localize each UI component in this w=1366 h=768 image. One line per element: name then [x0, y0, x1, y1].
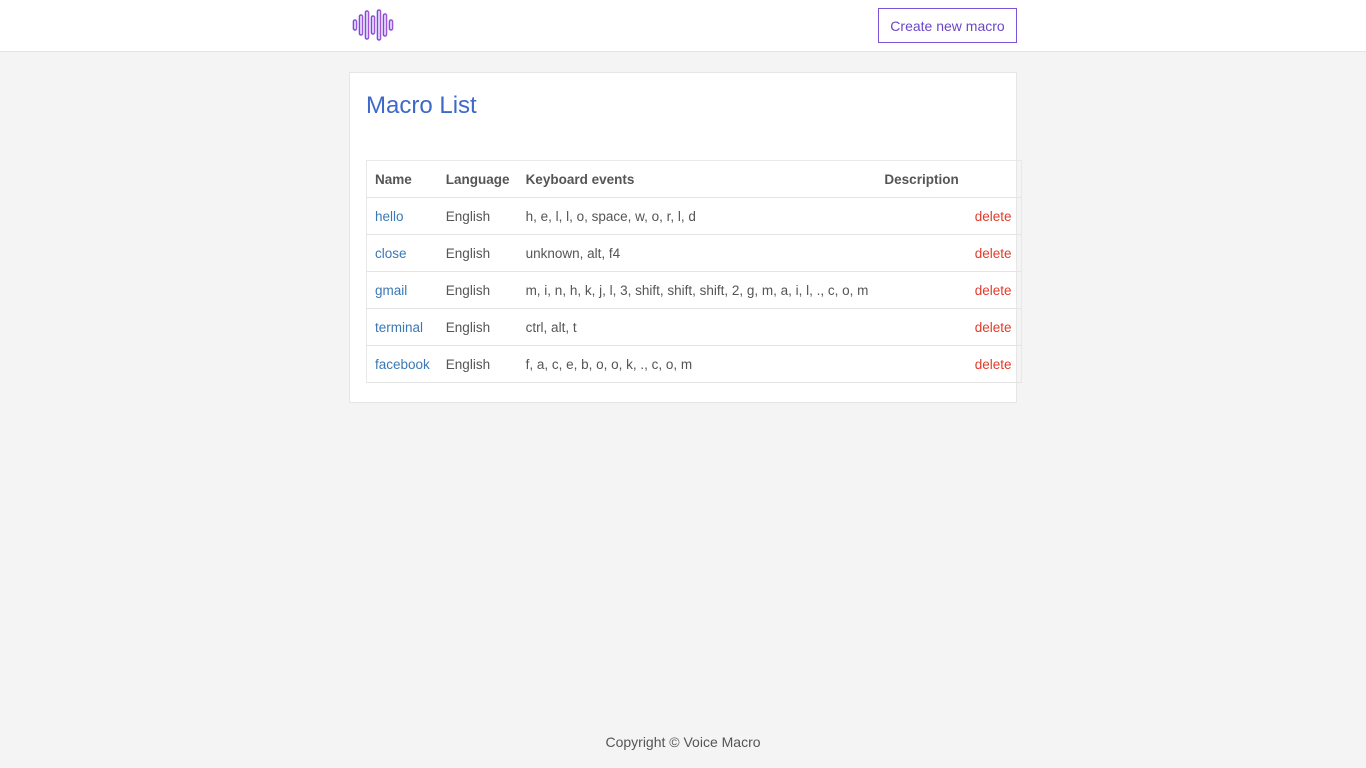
- macro-description: [876, 345, 967, 383]
- table-row: facebook English f, a, c, e, b, o, o, k,…: [366, 345, 1022, 383]
- sound-wave-icon[interactable]: [352, 9, 396, 41]
- create-new-macro-button[interactable]: Create new macro: [878, 8, 1017, 43]
- column-header-description: Description: [876, 160, 967, 198]
- column-header-keyboard-events: Keyboard events: [517, 160, 877, 198]
- table-row: gmail English m, i, n, h, k, j, l, 3, sh…: [366, 271, 1022, 309]
- table-row: close English unknown, alt, f4 delete: [366, 234, 1022, 272]
- macro-keyboard-events: ctrl, alt, t: [517, 308, 877, 346]
- column-header-actions: [966, 160, 1022, 198]
- delete-link[interactable]: delete: [975, 320, 1012, 335]
- macro-language: English: [437, 197, 518, 235]
- macro-keyboard-events: unknown, alt, f4: [517, 234, 877, 272]
- macro-list-card: Macro List Name Language Keyboard events…: [349, 72, 1023, 403]
- top-navbar: Create new macro: [0, 0, 1366, 52]
- macro-language: English: [437, 308, 518, 346]
- macro-language: English: [437, 234, 518, 272]
- macro-description: [876, 234, 967, 272]
- delete-link[interactable]: delete: [975, 283, 1012, 298]
- column-header-name: Name: [366, 160, 438, 198]
- macro-name-link[interactable]: close: [375, 246, 407, 261]
- macro-language: English: [437, 271, 518, 309]
- macro-language: English: [437, 345, 518, 383]
- macro-keyboard-events: m, i, n, h, k, j, l, 3, shift, shift, sh…: [517, 271, 877, 309]
- macro-keyboard-events: h, e, l, l, o, space, w, o, r, l, d: [517, 197, 877, 235]
- macro-description: [876, 197, 967, 235]
- macro-name-link[interactable]: gmail: [375, 283, 407, 298]
- macro-keyboard-events: f, a, c, e, b, o, o, k, ., c, o, m: [517, 345, 877, 383]
- macro-name-link[interactable]: terminal: [375, 320, 423, 335]
- delete-link[interactable]: delete: [975, 246, 1012, 261]
- table-header-row: Name Language Keyboard events Descriptio…: [366, 160, 1022, 198]
- macro-description: [876, 271, 967, 309]
- column-header-language: Language: [437, 160, 518, 198]
- delete-link[interactable]: delete: [975, 357, 1012, 372]
- macro-name-link[interactable]: hello: [375, 209, 404, 224]
- macro-name-link[interactable]: facebook: [375, 357, 430, 372]
- page-title: Macro List: [366, 92, 477, 119]
- macro-description: [876, 308, 967, 346]
- table-row: terminal English ctrl, alt, t delete: [366, 308, 1022, 346]
- footer-copyright: Copyright © Voice Macro: [605, 734, 761, 750]
- table-row: hello English h, e, l, l, o, space, w, o…: [366, 197, 1022, 235]
- delete-link[interactable]: delete: [975, 209, 1012, 224]
- macro-table: Name Language Keyboard events Descriptio…: [366, 160, 1023, 383]
